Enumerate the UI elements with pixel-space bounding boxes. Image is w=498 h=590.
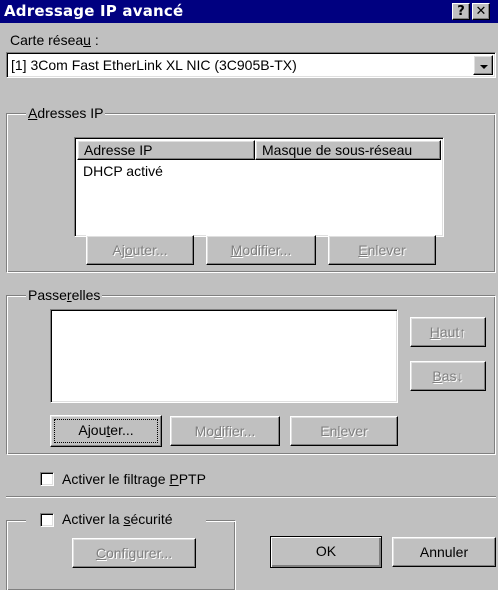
title-bar: Adressage IP avancé ? ✕ [0, 0, 498, 23]
column-header-ip[interactable]: Adresse IP [77, 140, 255, 160]
move-down-button[interactable]: Bas↓ [410, 361, 486, 391]
window-title: Adressage IP avancé [4, 2, 184, 20]
security-checkbox[interactable] [40, 513, 54, 527]
remove-gateway-button[interactable]: Enlever [290, 416, 398, 446]
ip-address-list[interactable]: Adresse IP Masque de sous-réseau DHCP ac… [74, 137, 444, 237]
column-header-mask[interactable]: Masque de sous-réseau [255, 140, 441, 160]
modify-ip-button[interactable]: Modifier... [206, 235, 316, 265]
ip-addresses-legend: Adresses IP [26, 105, 106, 121]
add-ip-button[interactable]: Ajouter... [86, 235, 194, 265]
cancel-button[interactable]: Annuler [392, 537, 496, 567]
pptp-filter-checkbox[interactable] [40, 472, 54, 486]
help-button[interactable]: ? [452, 3, 470, 20]
remove-ip-button[interactable]: Enlever [328, 235, 436, 265]
network-card-label: Carte réseau : [10, 32, 99, 48]
close-icon: ✕ [475, 4, 487, 19]
security-label[interactable]: Activer la sécurité [62, 511, 173, 527]
modify-gateway-button[interactable]: Modifier... [170, 416, 280, 446]
network-card-select[interactable]: [1] 3Com Fast EtherLink XL NIC (3C905B-T… [6, 52, 496, 78]
security-legend: Activer la sécurité [26, 511, 206, 529]
pptp-filter-label[interactable]: Activer le filtrage PPTP [62, 471, 206, 487]
chevron-down-icon [480, 65, 488, 69]
add-gateway-button[interactable]: Ajouter... [50, 415, 162, 447]
network-card-value: [1] 3Com Fast EtherLink XL NIC (3C905B-T… [11, 57, 297, 73]
gateway-list[interactable] [50, 309, 398, 403]
close-button[interactable]: ✕ [472, 3, 490, 20]
ok-button[interactable]: OK [270, 536, 382, 568]
move-up-button[interactable]: Haut↑ [410, 317, 486, 347]
dropdown-button[interactable] [473, 55, 493, 75]
separator [6, 496, 496, 498]
gateways-legend: Passerelles [26, 287, 103, 303]
list-item[interactable]: DHCP activé [83, 163, 163, 179]
configure-button[interactable]: Configurer... [72, 538, 196, 568]
